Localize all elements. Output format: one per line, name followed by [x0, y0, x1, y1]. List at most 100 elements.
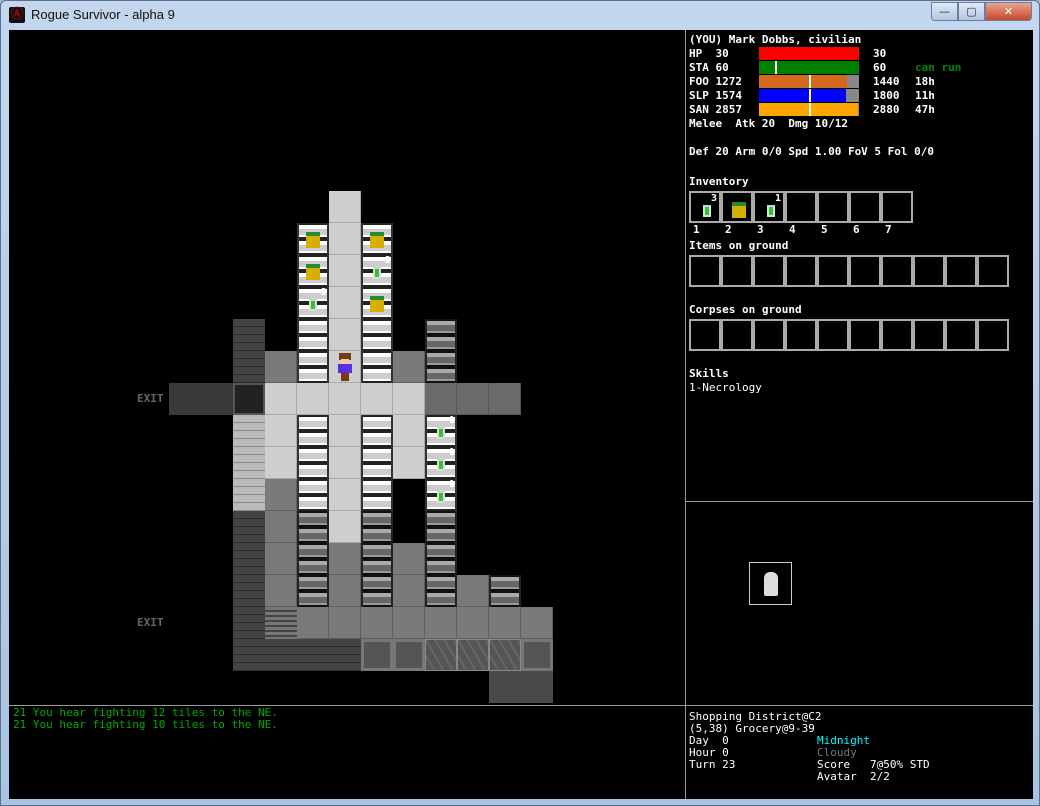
- map-item[interactable]: [297, 223, 329, 255]
- map-tile: [393, 383, 425, 415]
- map-tile: [489, 575, 521, 607]
- inventory-slot[interactable]: 1: [753, 191, 785, 223]
- map-item[interactable]: [361, 287, 393, 319]
- window: Ⓐ Rogue Survivor - alpha 9 — ▢ ✕ 2 2 1 1 1 EX…: [0, 0, 1040, 806]
- map-tile: [265, 607, 297, 639]
- corpses-slot[interactable]: [849, 319, 881, 351]
- inventory-slot[interactable]: [721, 191, 753, 223]
- map-tile: [329, 223, 361, 255]
- exit-label: EXIT: [137, 616, 164, 629]
- map-tile: [457, 607, 489, 639]
- item-quantity: 2: [320, 287, 327, 298]
- stat-max: 2880: [873, 103, 900, 116]
- map-tile: [265, 543, 297, 575]
- stat-bar-marker: [809, 75, 811, 88]
- map-item[interactable]: 1: [425, 447, 457, 479]
- bottle-icon: [767, 205, 775, 217]
- map-tile: [361, 415, 393, 447]
- ground-slot[interactable]: [913, 255, 945, 287]
- map-tile: [521, 671, 553, 703]
- map-tile: [425, 639, 457, 671]
- corpses-slot[interactable]: [785, 319, 817, 351]
- target-portrait[interactable]: [749, 562, 792, 605]
- slot-number: 5: [821, 223, 828, 236]
- map-tile: [329, 415, 361, 447]
- item-quantity: 1: [448, 415, 455, 426]
- map-item[interactable]: 2: [297, 287, 329, 319]
- map-tile: [457, 639, 489, 671]
- corpses-title: Corpses on ground: [689, 303, 802, 316]
- corpses-slot[interactable]: [753, 319, 785, 351]
- slot-number: 7: [885, 223, 892, 236]
- map-tile: [361, 511, 393, 543]
- map-view[interactable]: 2 2 1 1 1 EXIT EXIT: [9, 30, 685, 705]
- app-icon: Ⓐ: [9, 7, 25, 23]
- map-item[interactable]: 1: [425, 479, 457, 511]
- map-tile: [233, 607, 265, 639]
- map-item[interactable]: 1: [425, 415, 457, 447]
- minimize-button[interactable]: —: [931, 2, 958, 21]
- map-tile: [265, 447, 297, 479]
- ground-slot[interactable]: [753, 255, 785, 287]
- map-tile: [393, 639, 425, 671]
- inventory-slot[interactable]: 3: [689, 191, 721, 223]
- inventory-slot[interactable]: [817, 191, 849, 223]
- ground-slot[interactable]: [785, 255, 817, 287]
- corpses-slot[interactable]: [689, 319, 721, 351]
- ground-slot[interactable]: [817, 255, 849, 287]
- close-button[interactable]: ✕: [985, 2, 1032, 21]
- inventory-title: Inventory: [689, 175, 749, 188]
- inventory-slot[interactable]: [785, 191, 817, 223]
- slot-number: 6: [853, 223, 860, 236]
- ground-slot[interactable]: [977, 255, 1009, 287]
- item-quantity: 2: [384, 255, 391, 266]
- ground-slot[interactable]: [945, 255, 977, 287]
- map-tile: [297, 543, 329, 575]
- map-item[interactable]: [361, 223, 393, 255]
- window-title: Rogue Survivor - alpha 9: [31, 7, 175, 22]
- map-tile: [329, 543, 361, 575]
- game-screen: 2 2 1 1 1 EXIT EXIT (YOU) Mark Dobbs, civilian…: [9, 30, 1033, 799]
- map-tile: [425, 511, 457, 543]
- map-item[interactable]: [297, 255, 329, 287]
- corpses-slot[interactable]: [945, 319, 977, 351]
- stat-max: 1800: [873, 89, 900, 102]
- ground-slot[interactable]: [881, 255, 913, 287]
- bag-icon: [370, 296, 384, 312]
- inventory-slot[interactable]: [881, 191, 913, 223]
- item-quantity: 1: [448, 479, 455, 490]
- map-tile: [393, 415, 425, 447]
- map-tile: [329, 575, 361, 607]
- map-tile: [425, 319, 457, 351]
- map-tile: [393, 607, 425, 639]
- maximize-button[interactable]: ▢: [958, 2, 985, 21]
- message-line: 21 You hear fighting 10 tiles to the NE.: [13, 718, 278, 731]
- ground-slot[interactable]: [689, 255, 721, 287]
- map-tile: [169, 383, 201, 415]
- player-character[interactable]: [329, 351, 361, 383]
- corpses-slot[interactable]: [721, 319, 753, 351]
- map-tile: [329, 447, 361, 479]
- stat-bar-marker: [809, 89, 811, 102]
- divider: [685, 501, 1033, 502]
- title-bar[interactable]: Ⓐ Rogue Survivor - alpha 9 — ▢ ✕: [1, 1, 1040, 30]
- map-tile: [329, 639, 361, 671]
- map-tile: [201, 383, 233, 415]
- stat-extra: 18h: [915, 75, 935, 88]
- corpses-slot[interactable]: [817, 319, 849, 351]
- inventory-slot[interactable]: [849, 191, 881, 223]
- turn: Turn 23: [689, 758, 736, 771]
- corpses-slot[interactable]: [977, 319, 1009, 351]
- ground-slot[interactable]: [849, 255, 881, 287]
- map-tile: [329, 511, 361, 543]
- map-tile: [489, 607, 521, 639]
- map-tile: [297, 479, 329, 511]
- map-tile: [297, 447, 329, 479]
- map-tile: [265, 575, 297, 607]
- corpses-slot[interactable]: [881, 319, 913, 351]
- corpses-slot[interactable]: [913, 319, 945, 351]
- map-tile: [233, 383, 265, 415]
- ground-slot[interactable]: [721, 255, 753, 287]
- stat-label: STA 60: [689, 61, 729, 74]
- map-item[interactable]: 2: [361, 255, 393, 287]
